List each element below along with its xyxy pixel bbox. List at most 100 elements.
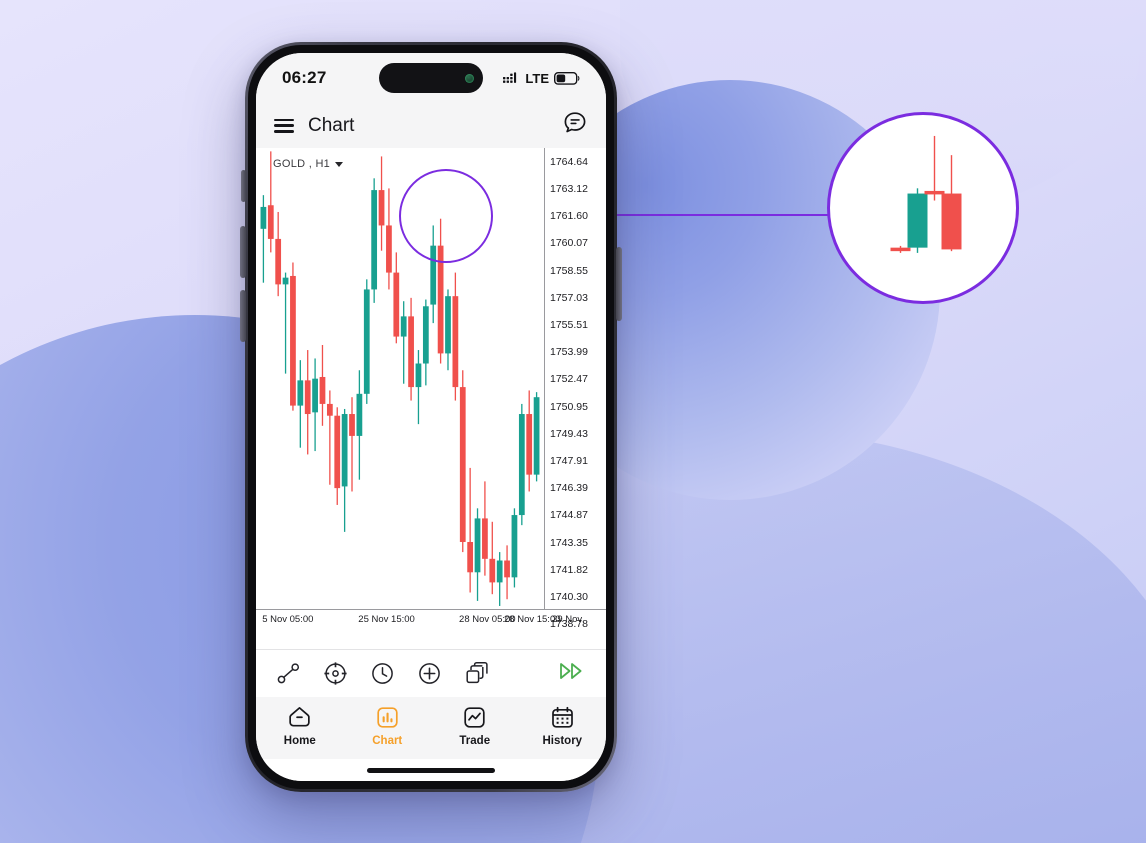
candle-body [482, 518, 488, 559]
tab-chart[interactable]: Chart [344, 705, 432, 759]
price-axis[interactable]: 1764.64 1763.12 1761.60 1760.07 1758.55 1757.… [544, 148, 606, 630]
magnified-candles [890, 135, 962, 253]
candle-body [386, 225, 392, 273]
candle-body [275, 238, 282, 285]
price-axis-tick: 1743.35 [550, 536, 588, 549]
volume-down-button[interactable] [240, 290, 246, 342]
candle-body [459, 387, 466, 542]
callout-source-circle [399, 169, 493, 263]
home-indicator-area [256, 759, 606, 781]
tab-history[interactable]: History [519, 705, 607, 759]
price-axis-tick: 1740.30 [550, 591, 588, 604]
candle-body [518, 414, 525, 516]
tab-trade[interactable]: Trade [431, 705, 519, 759]
battery-icon [554, 71, 580, 85]
bottom-navigation: Home Chart Trade History [256, 697, 606, 759]
chart-toolbar [256, 649, 606, 697]
candle-body [267, 205, 274, 239]
candle-body [341, 414, 348, 487]
price-axis-tick: 1763.12 [550, 182, 588, 195]
screenshot-stage: 06:27 LTE Chart GOLD , H1 1764.64 1763.1… [0, 0, 1146, 843]
price-axis-tick: 1750.95 [550, 400, 588, 413]
tab-label-chart: Chart [372, 735, 403, 747]
trendline-icon[interactable] [276, 661, 301, 686]
candle-body [326, 403, 333, 416]
candle-body [467, 541, 474, 573]
candle-wick [403, 301, 405, 384]
candle-body [319, 376, 326, 404]
home-indicator[interactable] [367, 767, 495, 773]
clock-icon[interactable] [370, 661, 395, 686]
price-axis-tick: 1753.99 [550, 346, 588, 359]
chat-bubble-icon[interactable] [562, 110, 588, 141]
front-camera-icon [465, 73, 474, 83]
candle-body [408, 316, 414, 388]
candle-body [504, 560, 510, 578]
phone-screen: 06:27 LTE Chart GOLD , H1 1764.64 1763.1… [256, 53, 606, 781]
volume-up-button[interactable] [240, 226, 246, 278]
candle-body [356, 393, 363, 436]
hamburger-menu-icon[interactable] [274, 118, 294, 133]
price-axis-tick: 1752.47 [550, 373, 588, 386]
candle-body [422, 306, 429, 364]
candle-body [400, 316, 407, 337]
phone-device: 06:27 LTE Chart GOLD , H1 1764.64 1763.1… [240, 42, 622, 792]
silent-switch-button[interactable] [241, 170, 246, 202]
bar-chart-icon [377, 707, 398, 728]
candle-body [452, 296, 459, 388]
candle-body [393, 272, 400, 337]
candle-body [496, 560, 503, 583]
candle-body [533, 397, 540, 475]
fast-forward-button[interactable] [558, 661, 586, 686]
candle-body [297, 380, 304, 406]
candle-body [890, 247, 911, 252]
price-axis-tick: 1744.87 [550, 509, 588, 522]
status-bar-clock: 06:27 [282, 68, 327, 87]
app-header: Chart [256, 103, 606, 148]
power-button[interactable] [616, 247, 622, 321]
candle-body [349, 414, 355, 436]
tab-label-history: History [542, 735, 583, 747]
status-bar: 06:27 LTE [256, 53, 606, 103]
candle-body [474, 518, 481, 573]
candle-wick [469, 467, 471, 593]
dynamic-island [379, 63, 483, 93]
candle-body [489, 558, 496, 583]
candle-body [334, 415, 341, 489]
candle-wick [351, 397, 353, 492]
trade-zigzag-icon [464, 707, 485, 728]
plus-circle-icon[interactable] [417, 661, 442, 686]
page-title: Chart [308, 114, 355, 136]
candle-body [378, 190, 385, 226]
candle-wick [491, 521, 493, 595]
phone-bezel: 06:27 LTE Chart GOLD , H1 1764.64 1763.1… [248, 45, 614, 789]
cellular-signal-icon [503, 72, 517, 83]
price-axis-tick: 1758.55 [550, 264, 588, 277]
time-axis-tick: 29 Nov [552, 614, 583, 625]
time-axis-tick: 25 Nov 15:00 [358, 614, 415, 625]
candle-body [526, 414, 533, 475]
candle-body [260, 206, 267, 229]
layers-icon[interactable] [464, 661, 489, 686]
candle-body [907, 193, 928, 248]
candle-body [290, 275, 296, 406]
price-axis-tick: 1755.51 [550, 318, 588, 331]
status-bar-indicators: LTE [503, 71, 580, 86]
price-axis-tick: 1764.64 [550, 155, 588, 168]
price-axis-tick: 1761.60 [550, 210, 588, 222]
crosshair-icon[interactable] [323, 661, 348, 686]
price-axis-tick: 1746.39 [550, 482, 588, 495]
calendar-icon [551, 706, 573, 728]
price-axis-tick: 1741.82 [550, 563, 588, 576]
callout-magnifier [827, 112, 1019, 304]
candle-body [304, 380, 311, 415]
time-axis[interactable]: 5 Nov 05:00 25 Nov 15:00 28 Nov 05:00 28 No… [256, 609, 606, 649]
tab-home[interactable]: Home [256, 705, 344, 759]
price-axis-tick: 1747.91 [550, 455, 588, 467]
candle-body [941, 193, 962, 250]
candle-body [511, 515, 518, 578]
candle-body [445, 296, 451, 354]
time-axis-tick: 5 Nov 05:00 [262, 614, 314, 625]
candle-body [363, 289, 370, 394]
network-type-label: LTE [525, 70, 549, 86]
